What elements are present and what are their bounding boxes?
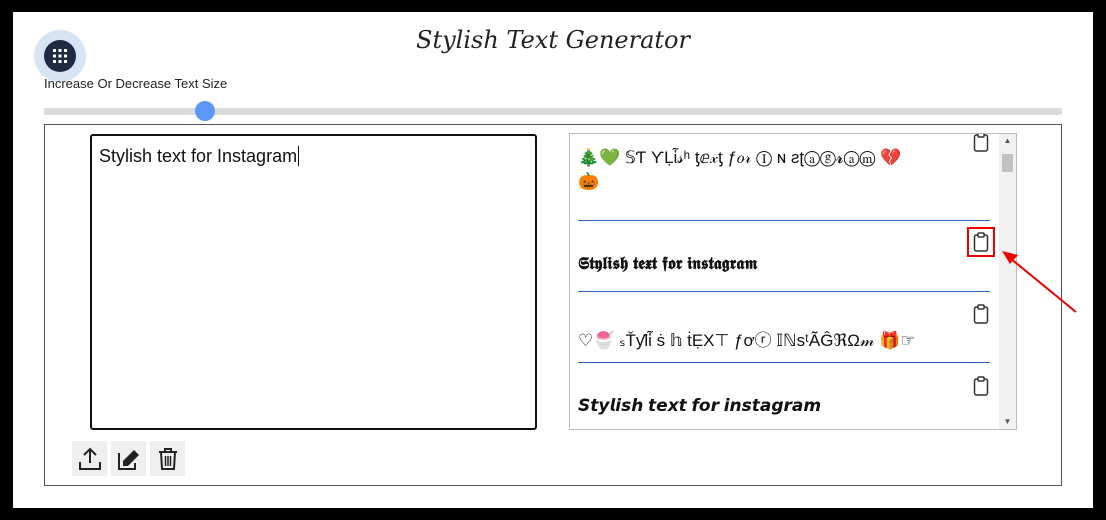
scroll-up-arrow-icon[interactable]: ▲: [999, 134, 1016, 148]
scroll-down-arrow-icon[interactable]: ▼: [999, 415, 1016, 429]
result-divider: [578, 291, 990, 292]
page: Stylish Text Generator Increase Or Decre…: [13, 12, 1093, 508]
copy-button[interactable]: [970, 374, 992, 398]
result-item[interactable]: 𝕾𝖙𝖞𝖑𝖎𝖘𝖍 𝖙𝖊𝖝𝖙 𝖋𝖔𝖗 𝖎𝖓𝖘𝖙𝖆𝖌𝖗𝖆𝖒: [578, 254, 990, 274]
generator-panel: Stylish text for Instagram 🎄💚 𝕊Ƭ ƳḶἷ𝓈ʰ ƫ…: [44, 124, 1062, 486]
edit-icon: [117, 449, 139, 470]
clipboard-icon: [973, 304, 989, 324]
delete-button[interactable]: [150, 441, 185, 476]
text-input[interactable]: Stylish text for Instagram: [90, 134, 537, 430]
result-text: 🎄💚 𝕊Ƭ ƳḶἷ𝓈ʰ ƫⅇ𝓍ƫ ƒ𝑜𝓇 Ⓘ ɴ ƨʈⓐⓖ𝓻ⓐⓜ 💔: [578, 148, 902, 167]
copy-button-highlighted[interactable]: [967, 227, 995, 257]
upload-button[interactable]: [72, 441, 107, 476]
copy-button[interactable]: [970, 302, 992, 326]
text-caret: [298, 146, 300, 166]
trash-icon: [158, 447, 177, 470]
result-item[interactable]: 🎄💚 𝕊Ƭ ƳḶἷ𝓈ʰ ƫⅇ𝓍ƫ ƒ𝑜𝓇 Ⓘ ɴ ƨʈⓐⓖ𝓻ⓐⓜ 💔 🎃: [578, 148, 990, 192]
result-item[interactable]: 𝙎𝙩𝙮𝙡𝙞𝙨𝙝 𝙩𝙚𝙭𝙩 𝙛𝙤𝙧 𝙞𝙣𝙨𝙩𝙖𝙜𝙧𝙖𝙢: [578, 396, 990, 416]
text-size-label: Increase Or Decrease Text Size: [44, 76, 228, 91]
results-scrollbar[interactable]: ▲ ▼: [999, 134, 1016, 429]
result-divider: [578, 362, 990, 363]
scrollbar-thumb[interactable]: [1002, 154, 1013, 172]
clipboard-icon: [973, 232, 989, 252]
clipboard-icon: [973, 376, 989, 396]
clipboard-icon: [973, 134, 989, 152]
edit-button[interactable]: [111, 441, 146, 476]
copy-button[interactable]: [970, 134, 992, 154]
page-title: Stylish Text Generator: [416, 26, 690, 54]
upload-icon: [78, 447, 101, 470]
result-text: 𝕾𝖙𝖞𝖑𝖎𝖘𝖍 𝖙𝖊𝖝𝖙 𝖋𝖔𝖗 𝖎𝖓𝖘𝖙𝖆𝖌𝖗𝖆𝖒: [578, 254, 758, 273]
text-size-slider-thumb[interactable]: [195, 101, 215, 121]
result-item[interactable]: ♡🍧 ₛŤƴlἷ ṡ 𝕙 ṫẸХ⊤ ƒơⓡ 𝕀ℕsᵗÃĜℜΩ𝓂 🎁☞: [578, 326, 990, 351]
result-text: 𝙎𝙩𝙮𝙡𝙞𝙨𝙝 𝙩𝙚𝙭𝙩 𝙛𝙤𝙧 𝙞𝙣𝙨𝙩𝙖𝙜𝙧𝙖𝙢: [578, 396, 822, 415]
result-divider: [578, 220, 990, 221]
text-input-value: Stylish text for Instagram: [99, 146, 298, 166]
result-text-continued: 🎃: [578, 172, 600, 191]
results-list[interactable]: 🎄💚 𝕊Ƭ ƳḶἷ𝓈ʰ ƫⅇ𝓍ƫ ƒ𝑜𝓇 Ⓘ ɴ ƨʈⓐⓖ𝓻ⓐⓜ 💔 🎃 𝕾𝖙𝖞…: [569, 133, 1017, 430]
result-text: ♡🍧 ₛŤƴlἷ ṡ 𝕙 ṫẸХ⊤ ƒơⓡ 𝕀ℕsᵗÃĜℜΩ𝓂 🎁☞: [578, 331, 916, 350]
